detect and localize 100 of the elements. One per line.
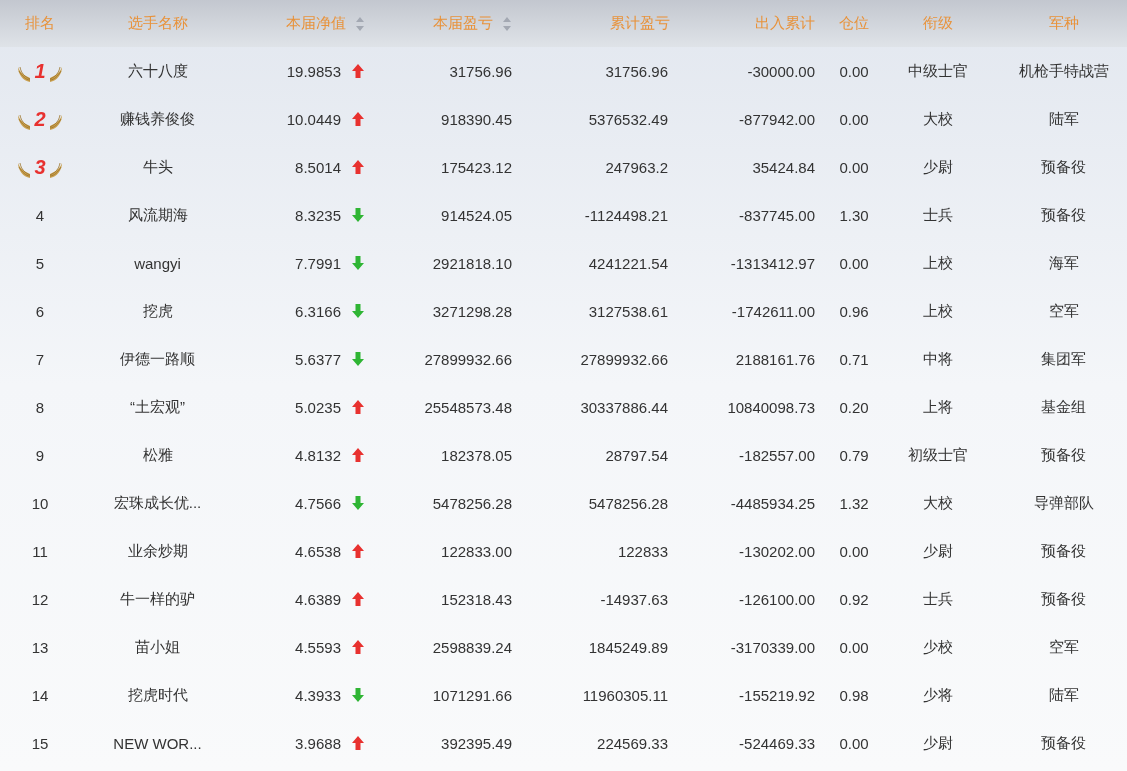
column-header: 军种 (1048, 14, 1079, 33)
branch-name: 预备役 (1041, 157, 1086, 177)
rank-title: 上将 (922, 397, 953, 417)
position-ratio: 0.92 (839, 590, 869, 608)
net-value: 5.6377 (295, 350, 341, 368)
profit-loss: 175423.12 (441, 158, 512, 176)
net-value: 10.0449 (286, 110, 341, 128)
rank-title: 中将 (922, 349, 953, 369)
cash-flow: -126100.00 (739, 590, 815, 608)
total-profit-loss: 31756.96 (605, 62, 668, 80)
cash-flow: 2188161.76 (735, 350, 815, 368)
player-name: 赚钱养俊俊 (120, 109, 195, 129)
rank-title: 少尉 (922, 157, 953, 177)
position-ratio: 0.96 (839, 302, 869, 320)
cash-flow: -182557.00 (739, 446, 815, 464)
column-header: 出入累计 (755, 14, 815, 33)
rank-title: 士兵 (922, 205, 953, 225)
branch-name: 预备役 (1041, 541, 1086, 561)
rank-title: 士兵 (922, 589, 953, 609)
total-profit-loss: 5376532.49 (588, 110, 668, 128)
position-ratio: 0.00 (839, 638, 869, 656)
rank-number: 5 (35, 254, 45, 272)
profit-loss: 27899932.66 (424, 350, 512, 368)
net-value: 8.5014 (295, 158, 341, 176)
cash-flow: -877942.00 (739, 110, 815, 128)
rank-title: 上校 (922, 301, 953, 321)
rank-number: 1 (34, 59, 46, 83)
total-profit-loss: -1124498.21 (584, 206, 668, 224)
player-name: 挖虎时代 (127, 685, 188, 705)
total-profit-loss: 28797.54 (605, 446, 668, 464)
branch-name: 集团军 (1041, 349, 1086, 369)
profit-loss: 2598839.24 (432, 638, 512, 656)
rank-title: 初级士官 (907, 445, 968, 465)
cash-flow: 10840098.73 (727, 398, 815, 416)
rank-title: 少校 (922, 637, 953, 657)
column-header[interactable]: 本届盈亏 (433, 14, 493, 33)
profit-loss: 152318.43 (441, 590, 512, 608)
player-name: 苗小姐 (135, 637, 180, 657)
profit-loss: 25548573.48 (424, 398, 512, 416)
column-header: 仓位 (839, 14, 869, 33)
position-ratio: 0.79 (839, 446, 869, 464)
player-name: 宏珠成长优... (113, 493, 202, 513)
player-name: 挖虎 (142, 301, 173, 321)
rank-number: 6 (35, 302, 45, 320)
total-profit-loss: 122833 (617, 542, 668, 560)
rank-number: 11 (32, 542, 48, 560)
rank-title: 少尉 (922, 541, 953, 561)
total-profit-loss: -14937.63 (600, 590, 668, 608)
rank-title: 少将 (922, 685, 953, 705)
position-ratio: 0.20 (839, 398, 869, 416)
branch-name: 基金组 (1041, 397, 1086, 417)
rank-title: 少尉 (922, 733, 953, 753)
rank-number: 7 (35, 350, 45, 368)
branch-name: 空军 (1048, 637, 1079, 657)
rank-number: 13 (31, 638, 49, 656)
net-value: 19.9853 (286, 62, 341, 80)
position-ratio: 0.98 (839, 686, 869, 704)
player-name: 风流期海 (127, 205, 188, 225)
total-profit-loss: 4241221.54 (588, 254, 668, 272)
net-value: 4.5593 (295, 638, 341, 656)
rank-number: 3 (34, 155, 46, 179)
column-header: 衔级 (922, 14, 953, 33)
net-value: 3.9688 (295, 734, 341, 752)
total-profit-loss: 1845249.89 (588, 638, 668, 656)
total-profit-loss: 30337886.44 (580, 398, 668, 416)
branch-name: 预备役 (1041, 205, 1086, 225)
position-ratio: 0.00 (839, 158, 869, 176)
column-header: 选手名称 (127, 14, 188, 33)
net-value: 8.3235 (295, 206, 341, 224)
sort-icon[interactable] (355, 15, 365, 32)
net-value: 4.3933 (295, 686, 341, 704)
rank-number: 14 (31, 686, 49, 704)
profit-loss: 1071291.66 (432, 686, 512, 704)
rank-title: 大校 (922, 109, 953, 129)
branch-name: 机枪手特战营 (1018, 61, 1109, 81)
position-ratio: 0.00 (839, 110, 869, 128)
branch-name: 预备役 (1041, 445, 1086, 465)
position-ratio: 1.32 (839, 494, 869, 512)
column-header: 排名 (25, 14, 55, 33)
branch-name: 导弹部队 (1033, 493, 1094, 513)
position-ratio: 0.00 (839, 734, 869, 752)
player-name: 牛头 (142, 157, 173, 177)
cash-flow: -3170339.00 (730, 638, 815, 656)
position-ratio: 0.00 (839, 62, 869, 80)
branch-name: 预备役 (1041, 589, 1086, 609)
cash-flow: -524469.33 (739, 734, 815, 752)
position-ratio: 0.00 (839, 542, 869, 560)
sort-icon[interactable] (502, 15, 512, 32)
profit-loss: 918390.45 (441, 110, 512, 128)
net-value: 4.8132 (295, 446, 341, 464)
profit-loss: 2921818.10 (432, 254, 512, 272)
branch-name: 陆军 (1048, 109, 1079, 129)
player-name: 伊德一路顺 (120, 349, 195, 369)
position-ratio: 0.71 (839, 350, 869, 368)
total-profit-loss: 3127538.61 (588, 302, 668, 320)
profit-loss: 122833.00 (441, 542, 512, 560)
cash-flow: -837745.00 (739, 206, 815, 224)
position-ratio: 0.00 (839, 254, 869, 272)
cash-flow: -155219.92 (739, 686, 815, 704)
column-header[interactable]: 本届净值 (286, 14, 346, 33)
